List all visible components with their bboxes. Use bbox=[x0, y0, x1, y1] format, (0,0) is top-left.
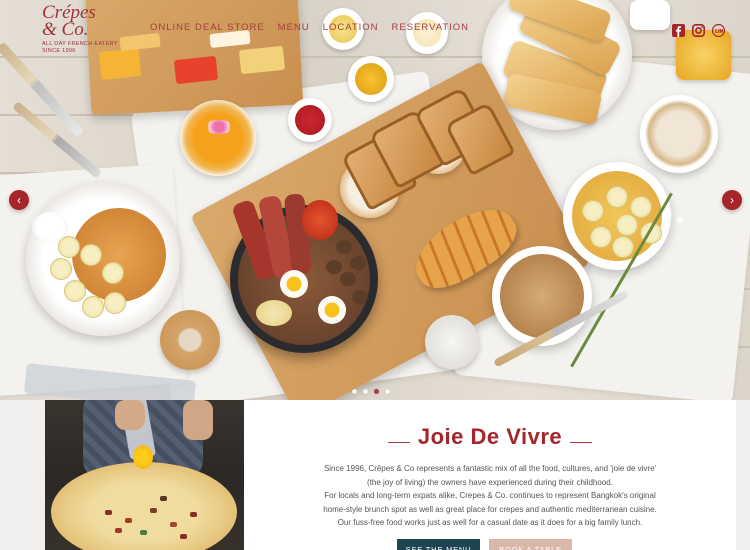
intro-section: Joie De Vivre Since 1996, Crêpes & Co re… bbox=[0, 400, 750, 550]
instagram-icon[interactable] bbox=[692, 24, 705, 37]
intro-heading: Joie De Vivre bbox=[417, 424, 563, 449]
left-margin bbox=[0, 400, 45, 550]
logo-tagline: ALL DAY FRENCH EATERY SINCE 1996 bbox=[42, 41, 142, 55]
intro-heading-row: Joie De Vivre bbox=[244, 424, 736, 450]
slider-dot-1[interactable] bbox=[352, 389, 357, 394]
brand-logo[interactable]: Crépes & Co. ALL DAY FRENCH EATERY SINCE… bbox=[42, 3, 142, 55]
heading-divider-right bbox=[570, 441, 593, 443]
heading-divider-left bbox=[387, 441, 410, 443]
crepe-photo bbox=[45, 400, 244, 550]
page: Crépes & Co. ALL DAY FRENCH EATERY SINCE… bbox=[0, 0, 750, 550]
see-the-menu-button[interactable]: SEE THE MENU bbox=[397, 539, 480, 550]
slider-dot-2[interactable] bbox=[363, 389, 368, 394]
intro-line: (the joy of living) the owners have expe… bbox=[367, 477, 613, 487]
facebook-icon[interactable] bbox=[672, 24, 685, 37]
chevron-left-icon: ‹ bbox=[17, 193, 21, 207]
nav-item-online-deal-store[interactable]: ONLINE DEAL STORE bbox=[150, 22, 265, 33]
intro-buttons: SEE THE MENU BOOK A TABLE bbox=[397, 539, 572, 550]
slider-next-button[interactable]: › bbox=[722, 190, 742, 210]
nav-item-location[interactable]: LOCATION bbox=[323, 22, 379, 33]
intro-line: Since 1996, Crêpes & Co represents a fan… bbox=[323, 464, 657, 473]
main-nav: ONLINE DEAL STORE MENU LOCATION RESERVAT… bbox=[150, 22, 469, 33]
logo-tagline-line2: SINCE 1996 bbox=[42, 48, 76, 54]
slider-dot-4[interactable] bbox=[385, 389, 390, 394]
intro-line: home-style brunch spot as well as great … bbox=[323, 504, 657, 514]
logo-name-line2: & Co. bbox=[42, 19, 89, 40]
nav-item-menu[interactable]: MENU bbox=[278, 22, 310, 33]
nav-item-reservation[interactable]: RESERVATION bbox=[392, 22, 470, 33]
slider-dots bbox=[352, 389, 390, 394]
logo-tagline-line1: ALL DAY FRENCH EATERY bbox=[42, 41, 118, 47]
hero-slider: Crépes & Co. ALL DAY FRENCH EATERY SINCE… bbox=[0, 0, 750, 400]
line-icon[interactable] bbox=[712, 24, 725, 37]
right-margin bbox=[736, 400, 750, 550]
slider-prev-button[interactable]: ‹ bbox=[9, 190, 29, 210]
slider-dot-3[interactable] bbox=[374, 389, 379, 394]
intro-line: For locals and long-term expats alike, C… bbox=[324, 491, 656, 500]
intro-line: Our fuss-free food works just as well fo… bbox=[337, 518, 643, 527]
book-a-table-button[interactable]: BOOK A TABLE bbox=[489, 539, 572, 550]
social-links bbox=[672, 24, 725, 37]
chevron-right-icon: › bbox=[730, 193, 734, 207]
intro-paragraph: Since 1996, Crêpes & Co represents a fan… bbox=[244, 462, 736, 530]
